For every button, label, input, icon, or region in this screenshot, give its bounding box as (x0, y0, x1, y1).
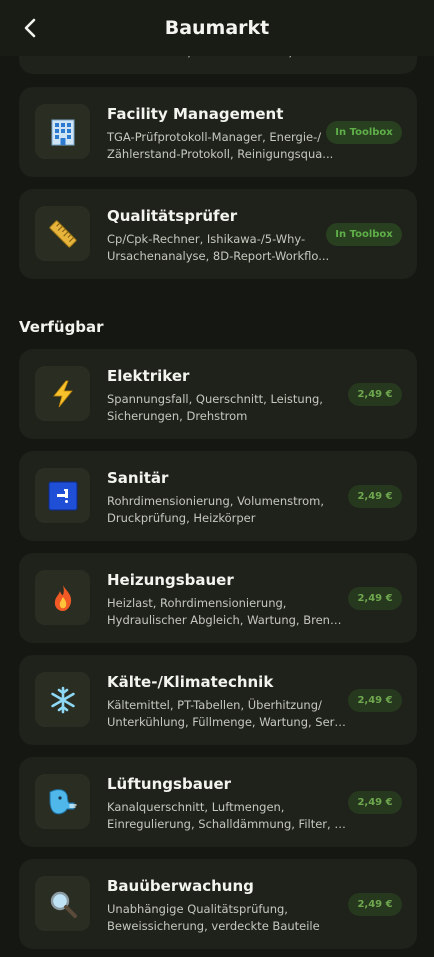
ruler-icon (35, 206, 90, 261)
card-elektriker[interactable]: Elektriker Spannungsfall, Querschnitt, L… (19, 349, 417, 439)
snowflake-icon (35, 672, 90, 727)
price-button[interactable]: 2,49 € (348, 893, 402, 916)
price-button[interactable]: 2,49 € (348, 485, 402, 508)
card-kaelte-klimatechnik[interactable]: Kälte-/Klimatechnik Kältemittel, PT-Tabe… (19, 655, 417, 745)
card-title: Sanitär (107, 469, 169, 487)
back-chevron-icon[interactable] (16, 14, 44, 42)
card-description: Kanalquerschnitt, Luftmengen, Einregulie… (107, 800, 347, 831)
top-app-bar: Baumarkt (0, 0, 434, 56)
price-button[interactable]: 2,49 € (348, 689, 402, 712)
price-button[interactable]: 2,49 € (348, 587, 402, 610)
card-description: Cp/Cpk-Rechner, Ishikawa-/5-Why- Ursache… (107, 232, 330, 263)
section-title-verfuegbar: Verfügbar (19, 318, 104, 336)
card-heizungsbauer[interactable]: Heizungsbauer Heizlast, Rohrdimensionier… (19, 553, 417, 643)
card-description: Rohrdimensionierung, Volumenstrom, Druck… (107, 494, 325, 525)
in-toolbox-badge: In Toolbox (326, 223, 402, 246)
fire-icon (35, 570, 90, 625)
card-description: TGA-Prüfprotokoll-Manager, Energie-/ Zäh… (107, 130, 334, 161)
office-building-icon (35, 104, 90, 159)
in-toolbox-badge: In Toolbox (326, 121, 402, 144)
card-title: Bauüberwachung (107, 877, 254, 895)
water-tap-icon (35, 468, 90, 523)
card-description: Unabhängige Qualitätsprüfung, Beweissich… (107, 902, 320, 933)
card-description: Spannungsfall, Querschnitt, Leistung, Si… (107, 392, 323, 423)
card-facility-management[interactable]: Facility Management TGA-Prüfprotokoll-Ma… (19, 87, 417, 177)
price-button[interactable]: 2,49 € (348, 791, 402, 814)
card-title: Lüftungsbauer (107, 775, 232, 793)
page-title: Baumarkt (164, 17, 270, 39)
card-title: Heizungsbauer (107, 571, 234, 589)
card-bauueberwachung[interactable]: Bauüberwachung Unabhängige Qualitätsprüf… (19, 859, 417, 949)
card-title: Facility Management (107, 105, 284, 123)
card-description: Heizlast, Rohrdimensionierung, Hydraulis… (107, 596, 347, 627)
card-title: Qualitätsprüfer (107, 207, 238, 225)
lightning-icon (35, 366, 90, 421)
card-lueftungsbauer[interactable]: Lüftungsbauer Kanalquerschnitt, Luftmeng… (19, 757, 417, 847)
card-title: Elektriker (107, 367, 190, 385)
card-qualitaetspruefer[interactable]: Qualitätsprüfer Cp/Cpk-Rechner, Ishikawa… (19, 189, 417, 279)
magnifier-icon (35, 876, 90, 931)
price-button[interactable]: 2,49 € (348, 383, 402, 406)
card-sanitaer[interactable]: Sanitär Rohrdimensionierung, Volumenstro… (19, 451, 417, 541)
card-description: Kältemittel, PT-Tabellen, Überhitzung/ U… (107, 698, 347, 729)
wind-face-icon (35, 774, 90, 829)
card-title: Kälte-/Klimatechnik (107, 673, 274, 691)
